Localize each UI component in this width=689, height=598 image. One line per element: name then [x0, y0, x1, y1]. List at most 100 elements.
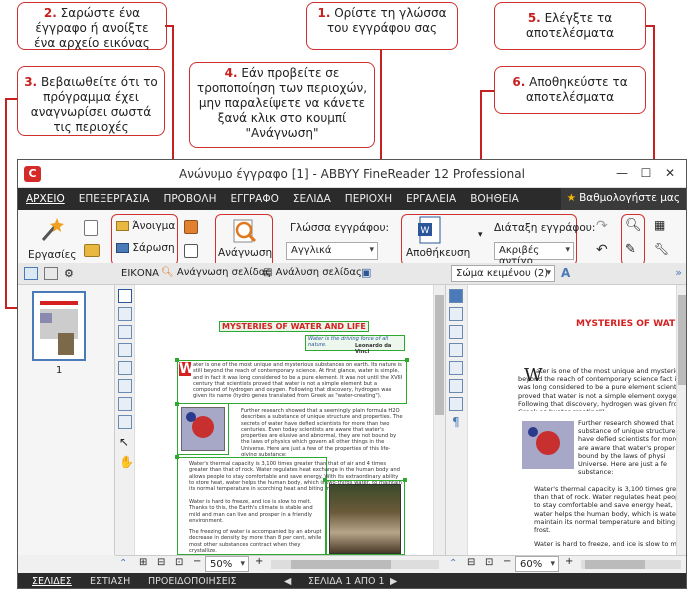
paragraph-mark-icon[interactable]: ¶ — [452, 415, 461, 429]
fit-height-icon[interactable]: ⊡ — [175, 557, 183, 568]
zoom-in-button[interactable]: + — [565, 556, 573, 567]
maximize-button[interactable]: ☐ — [634, 164, 658, 182]
text-bullet-1[interactable]: Water's thermal capacity is 3,100 times … — [534, 485, 686, 535]
edit-image-icon[interactable] — [184, 220, 198, 234]
text-paragraph-1[interactable]: ater is one of the most unique and myste… — [518, 367, 686, 411]
zoom-out-button[interactable]: − — [193, 556, 201, 567]
pages-pane: 1 — [18, 285, 115, 555]
compare-icon[interactable]: ▦ — [654, 218, 665, 232]
image-hscrollbar[interactable] — [271, 560, 439, 569]
menu-help[interactable]: ΒΟΗΘΕΙΑ — [470, 193, 519, 205]
collapse-icon[interactable]: ⌃ — [449, 558, 457, 569]
language-select[interactable]: Αγγλικά ▾ — [286, 242, 378, 260]
fit-width-icon[interactable]: ⊟ — [467, 557, 475, 568]
background-picture-icon[interactable] — [118, 361, 132, 375]
analyze-page-button[interactable]: ▤ Ανάλυση σελίδας — [263, 267, 362, 278]
scrollbar-thumb[interactable] — [435, 295, 444, 415]
collapse-icon[interactable]: ⌃ — [119, 558, 127, 569]
scrollbar-thumb[interactable] — [291, 560, 391, 569]
zoom-out-button[interactable]: − — [503, 556, 511, 567]
tasks-button[interactable]: Εργασίες — [28, 214, 77, 270]
pages-tab[interactable]: ΣΕΛΙΔΕΣ — [32, 576, 72, 587]
page-thumbnail[interactable] — [32, 291, 86, 361]
region-handle[interactable] — [175, 455, 179, 459]
find-icon[interactable] — [449, 361, 463, 375]
text-bullet-2[interactable]: Water is hard to freeze, and ice is slow… — [534, 540, 686, 550]
image-scrollbar[interactable] — [433, 285, 445, 555]
image-zoom-select[interactable]: 50% ▾ — [205, 556, 249, 572]
open-button[interactable]: Άνοιγμα — [116, 220, 175, 232]
thumbnail-view-icon[interactable] — [24, 267, 38, 280]
fit-width-icon[interactable]: ⊟ — [157, 557, 165, 568]
verify-text-icon[interactable]: ✎ — [625, 242, 636, 257]
zoom-in-button[interactable]: + — [255, 556, 263, 567]
save-image-icon[interactable]: ▣ — [361, 266, 371, 279]
insert-picture-icon[interactable] — [449, 307, 463, 321]
word-document-icon: W — [418, 216, 441, 244]
add-area-icon[interactable] — [118, 379, 132, 393]
settings-gear-icon[interactable]: ⚙ — [64, 267, 74, 280]
menu-page[interactable]: ΣΕΛΙΔΑ — [293, 193, 331, 205]
menu-area[interactable]: ΠΕΡΙΟΧΗ — [345, 193, 392, 205]
style-select[interactable]: Σώμα κειμένου (2) ▾ — [451, 265, 555, 282]
verify-search-icon[interactable]: 🔍︎ — [625, 218, 642, 233]
save-dropdown-arrow[interactable]: ▾ — [478, 230, 483, 240]
fit-page-icon[interactable]: ⊞ — [139, 557, 147, 568]
redo-icon[interactable]: ↷ — [596, 218, 608, 234]
read-page-icon: 🔍︎ — [161, 267, 174, 278]
menu-view[interactable]: ΠΡΟΒΟΛΗ — [163, 193, 216, 205]
list-view-icon[interactable] — [44, 267, 58, 280]
expand-panel-icon[interactable]: » — [675, 266, 682, 279]
region-handle[interactable] — [323, 478, 327, 482]
region-handle[interactable] — [405, 358, 409, 362]
rate-us-button[interactable]: ★ Βαθμολογήστε μας — [560, 188, 686, 210]
menu-file[interactable]: ΑΡΧΕΙΟ — [26, 193, 65, 205]
order-areas-icon[interactable] — [118, 415, 132, 429]
read-button[interactable]: Ανάγνωση — [218, 218, 272, 259]
undo-icon[interactable]: ↶ — [596, 242, 608, 258]
next-page-arrow[interactable]: ▶ — [390, 576, 397, 587]
save-button[interactable]: W Αποθήκευση — [406, 216, 470, 259]
fit-height-icon[interactable]: ⊡ — [485, 557, 493, 568]
scrollbar-thumb[interactable] — [585, 560, 645, 569]
minimize-button[interactable]: — — [610, 164, 634, 182]
layout-select[interactable]: Ακριβές αντίγρ ▾ — [494, 242, 574, 267]
delete-area-icon[interactable] — [118, 397, 132, 411]
barcode-area-icon[interactable] — [118, 343, 132, 357]
pointer-icon[interactable]: ↖ — [119, 435, 130, 449]
text-format-icon[interactable]: A — [561, 266, 570, 280]
table-area-icon[interactable] — [118, 325, 132, 339]
scan-button[interactable]: Σάρωση — [116, 242, 175, 254]
text-hscrollbar[interactable] — [581, 560, 681, 569]
spell-check-icon[interactable] — [449, 397, 463, 411]
options-wrench-icon[interactable]: 🔧︎ — [654, 242, 669, 256]
text-scrollbar[interactable] — [676, 285, 686, 555]
read-page-button[interactable]: 🔍︎ Ανάγνωση σελίδας — [161, 267, 271, 278]
verify-text-tool-icon[interactable] — [449, 289, 463, 303]
close-button[interactable]: ✕ — [658, 164, 682, 182]
focus-tab[interactable]: ΕΣΤΙΑΣΗ — [90, 576, 130, 587]
menu-bar: ΑΡΧΕΙΟ ΕΠΕΞΕΡΓΑΣΙΑ ΠΡΟΒΟΛΗ ΕΓΓΡΑΦΟ ΣΕΛΙΔ… — [18, 188, 686, 210]
menu-document[interactable]: ΕΓΓΡΑΦΟ — [230, 193, 278, 205]
show-formatting-icon[interactable] — [449, 379, 463, 393]
menu-tools[interactable]: ΕΡΓΑΛΕΙΑ — [406, 193, 456, 205]
menu-edit[interactable]: ΕΠΕΞΕΡΓΑΣΙΑ — [79, 193, 150, 205]
select-text-area-icon[interactable] — [118, 289, 132, 303]
open-folder-icon[interactable] — [84, 244, 100, 257]
region-handle[interactable] — [403, 478, 407, 482]
text-paragraph-2[interactable]: Further research showed that a substance… — [578, 419, 686, 479]
style-editor-icon[interactable] — [449, 343, 463, 357]
image-zoom-value: 50% — [210, 559, 233, 570]
tasks-label: Εργασίες — [28, 249, 77, 261]
scrollbar-thumb[interactable] — [678, 295, 686, 385]
status-bar: ΣΕΛΙΔΕΣ ΕΣΤΙΑΣΗ ΠΡΟΕΙΔΟΠΟΙΗΣΕΙΣ ◀ ΣΕΛΙΔΑ… — [18, 573, 686, 588]
previous-page-arrow[interactable]: ◀ — [284, 576, 291, 587]
warnings-tab[interactable]: ΠΡΟΕΙΔΟΠΟΙΗΣΕΙΣ — [148, 576, 237, 587]
insert-table-icon[interactable] — [449, 325, 463, 339]
picture-area-icon[interactable] — [118, 307, 132, 321]
new-document-icon[interactable] — [84, 220, 98, 236]
svg-text:W: W — [421, 226, 430, 236]
text-zoom-select[interactable]: 60% ▾ — [515, 556, 559, 572]
hand-icon[interactable]: ✋ — [119, 455, 134, 469]
image-editor-icon[interactable] — [184, 244, 198, 258]
